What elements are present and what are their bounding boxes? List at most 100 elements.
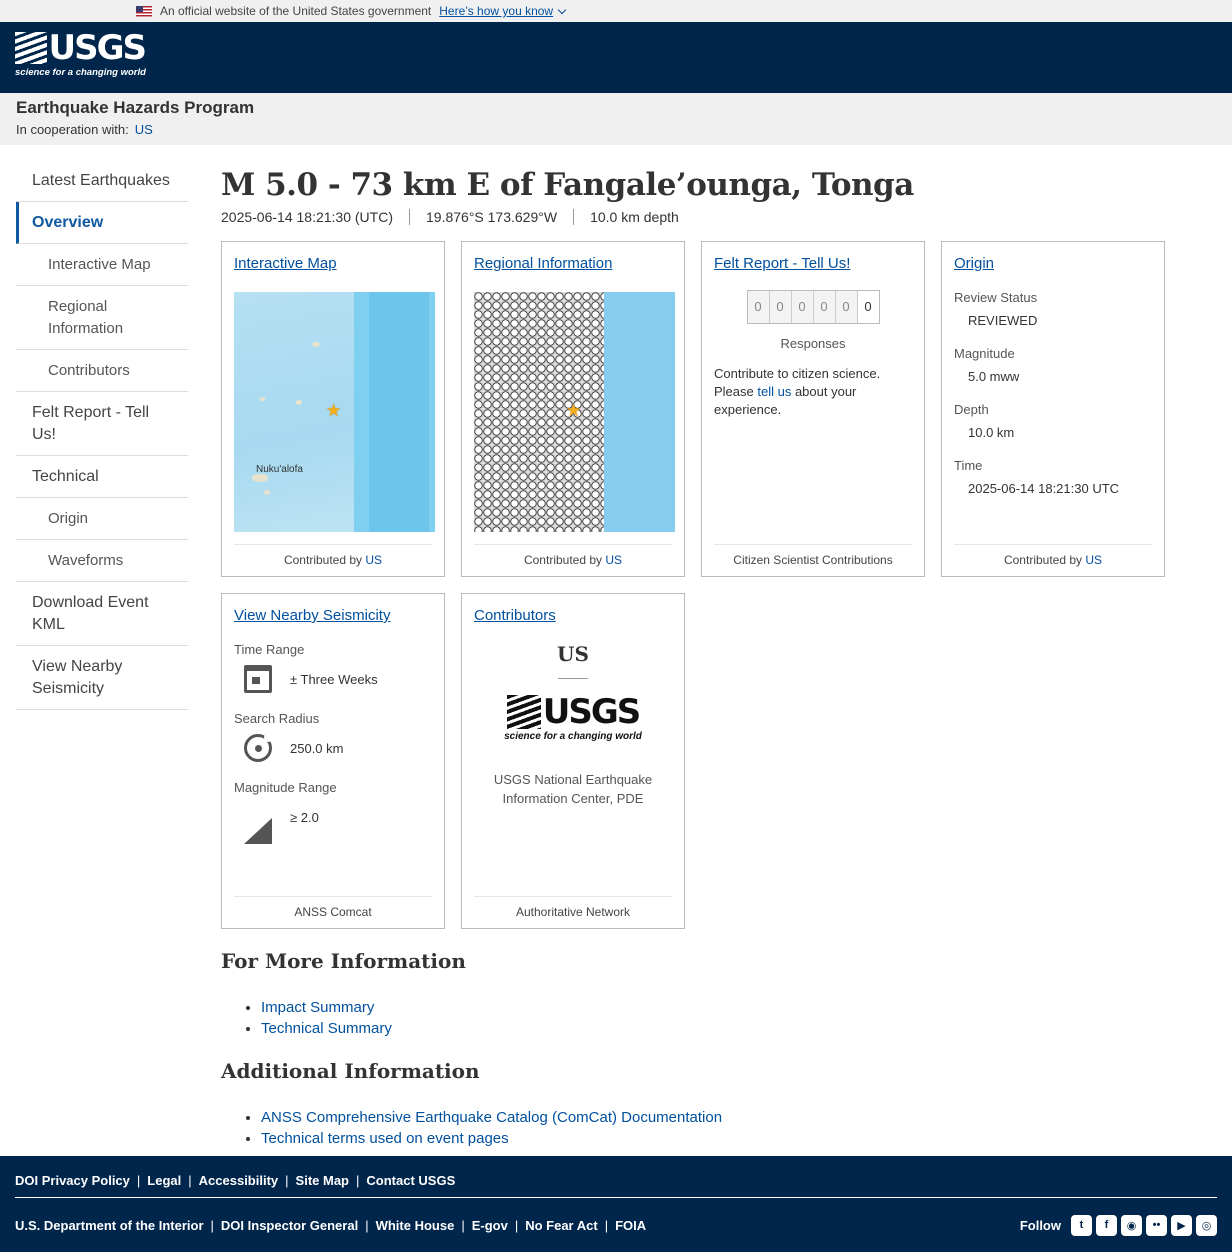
footer-link-doi[interactable]: U.S. Department of the Interior bbox=[15, 1218, 204, 1233]
epicenter-star-icon: ★ bbox=[566, 401, 582, 420]
sidebar-item-technical[interactable]: Technical bbox=[16, 456, 188, 498]
sidebar-item-waveforms[interactable]: Waveforms bbox=[16, 540, 188, 582]
social-follow: Follow t f ◉ •• ▶ ◎ bbox=[1020, 1214, 1217, 1236]
review-status-value: REVIEWED bbox=[968, 313, 1038, 328]
youtube-icon[interactable]: ▶ bbox=[1171, 1214, 1192, 1236]
logo-tagline: science for a changing world bbox=[15, 67, 146, 78]
radius-icon bbox=[244, 733, 273, 762]
footer-link-site-map[interactable]: Site Map bbox=[296, 1173, 349, 1188]
instagram-icon[interactable]: ◎ bbox=[1196, 1214, 1217, 1236]
heres-how-you-know-link[interactable]: Here’s how you know bbox=[439, 4, 553, 18]
card-footer: Authoritative Network bbox=[474, 896, 672, 928]
regional-map-thumbnail[interactable]: ★ bbox=[474, 292, 675, 532]
event-location: 19.876°S 173.629°W bbox=[409, 209, 573, 225]
twitter-icon[interactable]: t bbox=[1071, 1214, 1092, 1236]
contributor-logo-tagline: science for a changing world bbox=[504, 731, 642, 742]
sidebar-item-origin[interactable]: Origin bbox=[16, 498, 188, 540]
nearby-seismicity-link[interactable]: View Nearby Seismicity bbox=[234, 607, 390, 624]
divider bbox=[558, 678, 588, 679]
card-footer: ANSS Comcat bbox=[234, 896, 432, 928]
chevron-down-icon[interactable] bbox=[557, 5, 567, 14]
site-header: USGS science for a changing world bbox=[0, 22, 1232, 93]
card-footer: Contributed by US bbox=[234, 544, 432, 576]
us-flag-icon bbox=[136, 5, 152, 17]
sidebar-item-nearby-seismicity[interactable]: View Nearby Seismicity bbox=[16, 646, 188, 710]
sidebar-item-download-kml[interactable]: Download Event KML bbox=[16, 582, 188, 646]
map-trench bbox=[369, 292, 429, 532]
usgs-logo[interactable]: USGS science for a changing world bbox=[15, 28, 147, 78]
epicenter-star-icon: ★ bbox=[326, 401, 342, 420]
footer-link-contact[interactable]: Contact USGS bbox=[366, 1173, 455, 1188]
technical-summary-link[interactable]: Technical Summary bbox=[261, 1020, 392, 1037]
logo-text: USGS bbox=[48, 28, 147, 68]
contributed-by-label: Contributed by bbox=[283, 553, 363, 567]
magnitude-range-label: Magnitude Range bbox=[234, 780, 337, 795]
site-footer: DOI Privacy Policy | Legal | Accessibility… bbox=[0, 1156, 1232, 1252]
interactive-map-thumbnail[interactable]: Nuku'alofa ★ bbox=[234, 292, 435, 532]
sidebar-item-overview[interactable]: Overview bbox=[16, 202, 188, 244]
sidebar-item-felt-report[interactable]: Felt Report - Tell Us! bbox=[16, 392, 188, 456]
footer-link-accessibility[interactable]: Accessibility bbox=[199, 1173, 279, 1188]
main-content: M 5.0 - 73 km E of Fangale’ounga, Tonga … bbox=[221, 165, 1181, 1149]
github-icon[interactable]: ◉ bbox=[1121, 1214, 1142, 1236]
sidebar-item-interactive-map[interactable]: Interactive Map bbox=[16, 244, 188, 286]
event-summary: 2025-06-14 18:21:30 (UTC) 19.876°S 173.6… bbox=[221, 209, 1181, 225]
contributor-link[interactable]: US bbox=[605, 553, 622, 567]
card-grid: Interactive Map Nuku'alofa ★ Contributed… bbox=[221, 241, 1181, 929]
response-counter: 0 0 0 0 0 0 bbox=[746, 290, 880, 324]
counter-digit: 0 bbox=[857, 291, 879, 323]
interactive-map-link[interactable]: Interactive Map bbox=[234, 255, 337, 272]
footer-link-white-house[interactable]: White House bbox=[376, 1218, 455, 1233]
time-range-label: Time Range bbox=[234, 642, 305, 657]
contributors-card: Contributors US USGS science for a chang… bbox=[461, 593, 685, 929]
map-city-label: Nuku'alofa bbox=[256, 464, 303, 475]
sidebar-item-contributors[interactable]: Contributors bbox=[16, 350, 188, 392]
list-item: Technical terms used on event pages bbox=[261, 1128, 1181, 1149]
regional-information-link[interactable]: Regional Information bbox=[474, 255, 612, 272]
contributed-by-label: Contributed by bbox=[523, 553, 603, 567]
card-footer: Citizen Scientist Contributions bbox=[714, 544, 912, 576]
contributed-by-label: Contributed by bbox=[1003, 553, 1083, 567]
footer-link-inspector-general[interactable]: DOI Inspector General bbox=[221, 1218, 358, 1233]
footer-link-egov[interactable]: E-gov bbox=[472, 1218, 508, 1233]
program-title[interactable]: Earthquake Hazards Program bbox=[16, 98, 1216, 118]
felt-description: Contribute to citizen science. Please te… bbox=[714, 365, 912, 419]
usgs-waves-icon bbox=[506, 695, 541, 729]
tell-us-link[interactable]: tell us bbox=[757, 384, 791, 399]
footer-link-legal[interactable]: Legal bbox=[147, 1173, 181, 1188]
list-item: Technical Summary bbox=[261, 1018, 1181, 1039]
origin-link[interactable]: Origin bbox=[954, 255, 994, 272]
felt-report-link[interactable]: Felt Report - Tell Us! bbox=[714, 255, 850, 272]
flickr-icon[interactable]: •• bbox=[1146, 1214, 1167, 1236]
depth-value: 10.0 km bbox=[968, 425, 1015, 440]
cooperation-line: In cooperation with: US bbox=[16, 122, 1216, 137]
contributor-link[interactable]: US bbox=[1085, 553, 1102, 567]
contributor-link[interactable]: US bbox=[365, 553, 382, 567]
contributor-name: USGS National Earthquake Information Cen… bbox=[493, 772, 653, 806]
nearby-seismicity-card: View Nearby Seismicity Time Range ± Thre… bbox=[221, 593, 445, 929]
counter-digit: 0 bbox=[769, 291, 792, 323]
sidebar-item-regional-information[interactable]: Regional Information bbox=[16, 286, 188, 350]
contributors-link[interactable]: Contributors bbox=[474, 607, 556, 624]
technical-terms-link[interactable]: Technical terms used on event pages bbox=[261, 1130, 509, 1147]
sidebar-nav: Latest Earthquakes Overview Interactive … bbox=[16, 160, 188, 710]
program-bar: Earthquake Hazards Program In cooperatio… bbox=[0, 93, 1232, 145]
footer-link-no-fear-act[interactable]: No Fear Act bbox=[525, 1218, 597, 1233]
footer-bottom-links: U.S. Department of the Interior | DOI Ins… bbox=[15, 1198, 1217, 1252]
sidebar-item-latest-earthquakes[interactable]: Latest Earthquakes bbox=[16, 160, 188, 202]
cooperation-link[interactable]: US bbox=[135, 122, 153, 137]
time-range-row: ± Three Weeks bbox=[234, 665, 432, 693]
list-item: Impact Summary bbox=[261, 997, 1181, 1018]
comcat-docs-link[interactable]: ANSS Comprehensive Earthquake Catalog (C… bbox=[261, 1109, 722, 1126]
review-status-label: Review Status bbox=[954, 290, 1038, 305]
more-info-list: Impact Summary Technical Summary bbox=[261, 997, 1181, 1039]
magnitude-value: 5.0 mww bbox=[968, 369, 1020, 384]
impact-summary-link[interactable]: Impact Summary bbox=[261, 999, 374, 1016]
event-title: M 5.0 - 73 km E of Fangale’ounga, Tonga bbox=[221, 167, 914, 203]
facebook-icon[interactable]: f bbox=[1096, 1214, 1117, 1236]
magnitude-range-row: ≥ 2.0 bbox=[234, 803, 432, 844]
footer-link-foia[interactable]: FOIA bbox=[615, 1218, 646, 1233]
seismicity-dots bbox=[474, 292, 604, 532]
cooperation-label: In cooperation with: bbox=[16, 122, 129, 137]
footer-link-privacy[interactable]: DOI Privacy Policy bbox=[15, 1173, 130, 1188]
